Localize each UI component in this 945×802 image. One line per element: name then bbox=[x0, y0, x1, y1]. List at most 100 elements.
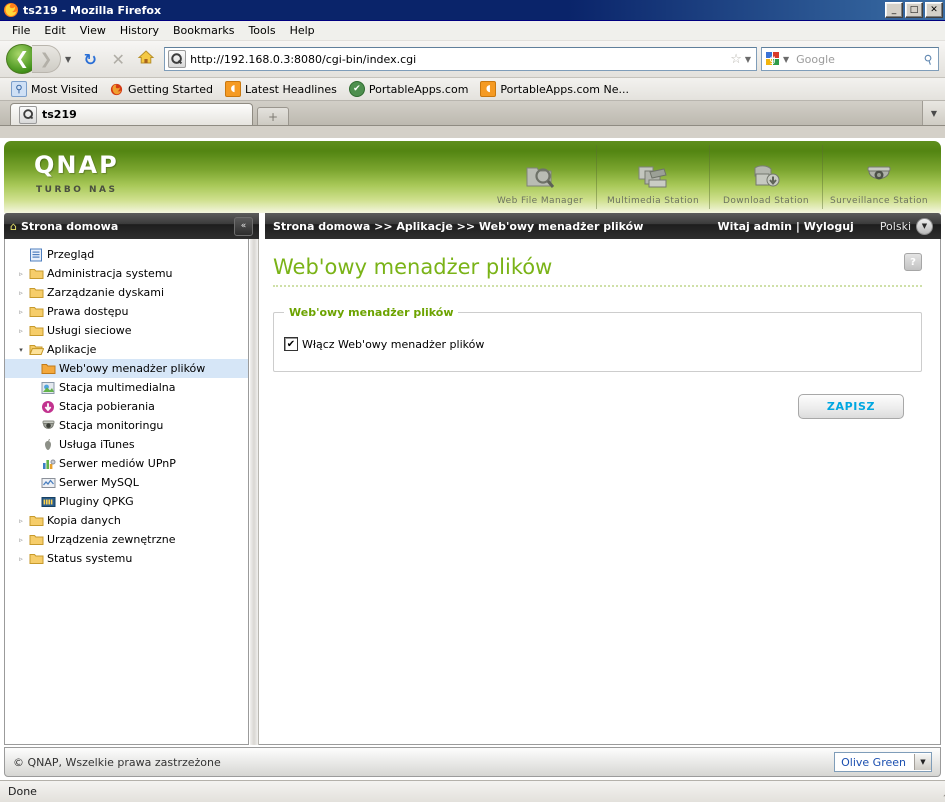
sidebar-item-serwer-mediow-upnp[interactable]: Serwer mediów UPnP bbox=[5, 454, 248, 473]
menu-history[interactable]: History bbox=[113, 22, 166, 39]
twisty-icon[interactable]: ▹ bbox=[15, 289, 27, 297]
sidebar-item-zarzadzanie-dyskami[interactable]: ▹ Zarządzanie dyskami bbox=[5, 283, 248, 302]
qnap-site-icon bbox=[168, 50, 187, 68]
bookmark-getting-started[interactable]: Getting Started bbox=[105, 81, 218, 97]
menu-edit[interactable]: Edit bbox=[37, 22, 72, 39]
station-download[interactable]: Download Station bbox=[709, 145, 822, 209]
qnap-site-icon bbox=[19, 105, 37, 124]
stop-icon[interactable]: ✕ bbox=[106, 50, 130, 69]
twisty-icon[interactable]: ▾ bbox=[15, 346, 27, 354]
station-surveillance[interactable]: Surveillance Station bbox=[822, 145, 935, 209]
fieldset-legend: Web'owy menadżer plików bbox=[289, 306, 454, 319]
chevron-down-icon[interactable]: ▼ bbox=[916, 217, 933, 235]
reload-icon[interactable]: ↻ bbox=[78, 50, 102, 69]
chevron-down-icon[interactable]: ▼ bbox=[745, 55, 754, 64]
menu-file[interactable]: File bbox=[5, 22, 37, 39]
resize-grip[interactable]: ◢ bbox=[937, 786, 945, 800]
sidebar-item-przeglad[interactable]: Przegląd bbox=[5, 245, 248, 264]
list-all-tabs-button[interactable]: ▼ bbox=[922, 101, 945, 125]
collapse-sidebar-button[interactable]: « bbox=[234, 216, 253, 236]
search-engine-chevron-icon[interactable]: ▼ bbox=[783, 55, 792, 64]
bookmarks-toolbar: ⚲ Most Visited Getting Started ◖ Latest … bbox=[0, 78, 945, 101]
mysql-icon bbox=[39, 476, 57, 490]
url-bar[interactable]: http://192.168.0.3:8080/cgi-bin/index.cg… bbox=[164, 47, 757, 71]
page-body: Przegląd ▹ Administracja systemu ▹ Zarzą… bbox=[4, 239, 941, 745]
forward-button[interactable]: ❯ bbox=[32, 45, 61, 73]
history-dropdown-icon[interactable]: ▼ bbox=[65, 55, 71, 64]
station-label: Web File Manager bbox=[496, 196, 584, 206]
sidebar-item-stacja-pobierania[interactable]: Stacja pobierania bbox=[5, 397, 248, 416]
twisty-icon[interactable]: ▹ bbox=[15, 327, 27, 335]
menu-tools[interactable]: Tools bbox=[241, 22, 282, 39]
station-multimedia[interactable]: Multimedia Station bbox=[596, 145, 709, 209]
enable-web-file-manager-row[interactable]: ✔ Włącz Web'owy menadżer plików bbox=[284, 337, 911, 351]
sidebar-item-label: Stacja multimedialna bbox=[59, 381, 176, 394]
google-icon[interactable]: g bbox=[765, 51, 781, 67]
new-tab-button[interactable]: + bbox=[257, 107, 289, 125]
bookmark-portableapps-news[interactable]: ◖ PortableApps.com Ne... bbox=[475, 80, 634, 98]
menu-view[interactable]: View bbox=[73, 22, 113, 39]
bookmark-portableapps[interactable]: ✔ PortableApps.com bbox=[344, 80, 474, 98]
sidebar-item-stacja-multimedialna[interactable]: Stacja multimedialna bbox=[5, 378, 248, 397]
minimize-button[interactable]: _ bbox=[885, 2, 903, 18]
sidebar-item-label: Usługi sieciowe bbox=[47, 324, 132, 337]
enable-web-file-manager-checkbox[interactable]: ✔ bbox=[284, 337, 298, 351]
bookmark-most-visited[interactable]: ⚲ Most Visited bbox=[6, 80, 103, 98]
sidebar-item-administracja-systemu[interactable]: ▹ Administracja systemu bbox=[5, 264, 248, 283]
sidebar-item-urzadzenia-zewnetrzne[interactable]: ▹ Urządzenia zewnętrzne bbox=[5, 530, 248, 549]
tab-label: ts219 bbox=[42, 108, 77, 121]
sidebar-item-label: Stacja pobierania bbox=[59, 400, 155, 413]
qnap-logo: QNAP bbox=[34, 151, 119, 179]
twisty-icon[interactable]: ▹ bbox=[15, 270, 27, 278]
help-icon[interactable]: ? bbox=[904, 253, 922, 271]
most-visited-icon: ⚲ bbox=[11, 81, 27, 97]
sidebar-item-label: Web'owy menadżer plików bbox=[59, 362, 206, 375]
save-button[interactable]: ZAPISZ bbox=[798, 394, 904, 419]
title-divider bbox=[273, 285, 922, 288]
sidebar-item-serwer-mysql[interactable]: Serwer MySQL bbox=[5, 473, 248, 492]
sidebar-item-kopia-danych[interactable]: ▹ Kopia danych bbox=[5, 511, 248, 530]
sidebar-item-stacja-monitoringu[interactable]: Stacja monitoringu bbox=[5, 416, 248, 435]
language-label[interactable]: Polski bbox=[880, 220, 911, 233]
sidebar-header: ⌂ Strona domowa « bbox=[4, 213, 259, 239]
sidebar-item-status-systemu[interactable]: ▹ Status systemu bbox=[5, 549, 248, 568]
twisty-icon[interactable]: ▹ bbox=[15, 517, 27, 525]
breadcrumb[interactable]: Strona domowa >> Aplikacje >> Web'owy me… bbox=[273, 220, 717, 233]
sidebar-item-usluga-itunes[interactable]: Usługa iTunes bbox=[5, 435, 248, 454]
qnap-tagline: TURBO NAS bbox=[36, 185, 118, 195]
sidebar-item-pluginy-qpkg[interactable]: Pluginy QPKG bbox=[5, 492, 248, 511]
menu-help[interactable]: Help bbox=[283, 22, 322, 39]
chevron-down-icon[interactable]: ▼ bbox=[914, 754, 931, 770]
sidebar-item-uslugi-sieciowe[interactable]: ▹ Usługi sieciowe bbox=[5, 321, 248, 340]
sidebar-item-label: Przegląd bbox=[47, 248, 95, 261]
twisty-icon[interactable]: ▹ bbox=[15, 555, 27, 563]
home-icon: ⌂ bbox=[10, 219, 17, 233]
station-web-file-manager[interactable]: Web File Manager bbox=[484, 145, 596, 209]
bookmark-label: PortableApps.com Ne... bbox=[500, 82, 629, 96]
search-bar[interactable]: g ▼ Google ⚲ bbox=[761, 47, 939, 71]
folder-icon bbox=[27, 552, 45, 565]
sidebar-splitter[interactable] bbox=[249, 239, 259, 745]
sidebar-item-webowy-menadzer-plikow[interactable]: Web'owy menadżer plików bbox=[5, 359, 248, 378]
maximize-button[interactable]: □ bbox=[905, 2, 923, 18]
bookmark-latest-headlines[interactable]: ◖ Latest Headlines bbox=[220, 80, 342, 98]
sidebar-item-aplikacje[interactable]: ▾ Aplikacje bbox=[5, 340, 248, 359]
search-icon[interactable]: ⚲ bbox=[922, 50, 938, 67]
bookmark-label: Getting Started bbox=[127, 82, 213, 96]
menu-bookmarks[interactable]: Bookmarks bbox=[166, 22, 241, 39]
multimedia-station-icon bbox=[636, 158, 670, 196]
sidebar-item-prawa-dostepu[interactable]: ▹ Prawa dostępu bbox=[5, 302, 248, 321]
close-button[interactable]: ✕ bbox=[925, 2, 943, 18]
portableapps-icon: ✔ bbox=[348, 81, 365, 97]
theme-select[interactable]: Olive Green ▼ bbox=[834, 752, 932, 772]
twisty-icon[interactable]: ▹ bbox=[15, 308, 27, 316]
tab-ts219[interactable]: ts219 bbox=[10, 103, 253, 125]
twisty-icon[interactable]: ▹ bbox=[15, 536, 27, 544]
url-text[interactable]: http://192.168.0.3:8080/cgi-bin/index.cg… bbox=[190, 53, 727, 66]
bookmark-star-icon[interactable]: ☆ bbox=[727, 52, 745, 67]
rss-icon: ◖ bbox=[225, 81, 241, 97]
search-input[interactable]: Google bbox=[792, 53, 924, 66]
download-icon bbox=[39, 400, 57, 414]
welcome-logout[interactable]: Witaj admin | Wyloguj bbox=[717, 220, 853, 233]
home-icon[interactable] bbox=[134, 49, 158, 69]
